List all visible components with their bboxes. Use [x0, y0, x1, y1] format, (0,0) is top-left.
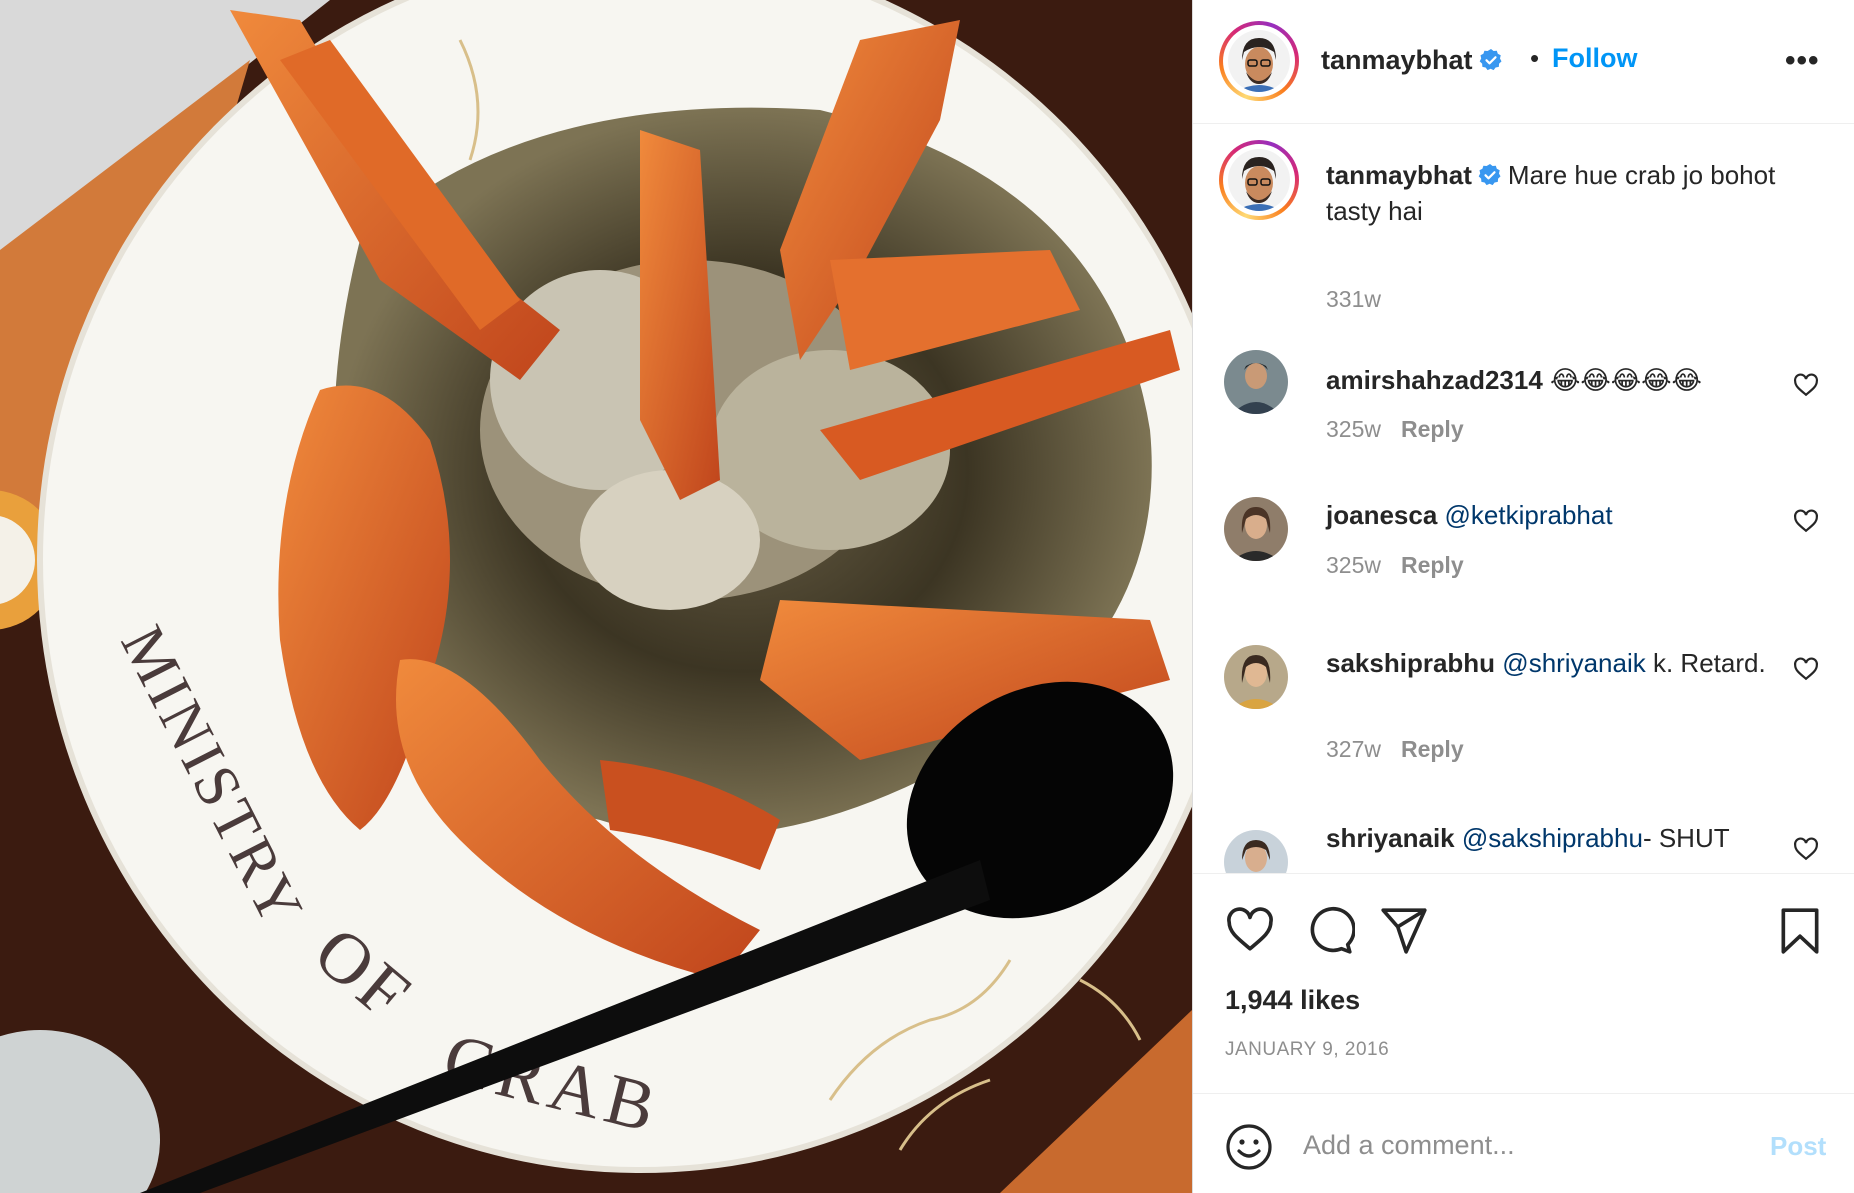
smiley-icon[interactable] — [1225, 1123, 1273, 1171]
commenter-username[interactable]: amirshahzad2314 — [1326, 365, 1543, 395]
commenter-avatar[interactable] — [1224, 497, 1288, 561]
bookmark-icon[interactable] — [1775, 906, 1825, 956]
comment-text: - SHUT — [1642, 823, 1730, 853]
more-options-icon[interactable]: ••• — [1785, 44, 1820, 78]
reply-button[interactable]: Reply — [1401, 736, 1464, 762]
follow-button[interactable]: Follow — [1552, 43, 1637, 74]
comment-bubble-icon[interactable] — [1305, 906, 1355, 956]
heart-icon[interactable] — [1225, 906, 1275, 956]
comment-mention-link[interactable]: @ketkiprabhat — [1445, 500, 1613, 530]
post-button[interactable]: Post — [1770, 1131, 1826, 1162]
post-header: tanmaybhat • Follow ••• — [1193, 0, 1854, 124]
comment-mention-link[interactable]: @shriyanaik — [1502, 648, 1645, 678]
comment-like-heart-icon[interactable] — [1793, 509, 1819, 533]
verified-badge-icon — [1478, 164, 1501, 186]
comment-age: 325w — [1326, 416, 1381, 442]
author-avatar[interactable] — [1219, 21, 1299, 101]
commenter-username[interactable]: joanesca — [1326, 500, 1437, 530]
reply-button[interactable]: Reply — [1401, 552, 1464, 578]
add-comment-bar: Post — [1193, 1093, 1854, 1193]
commenter-username[interactable]: sakshiprabhu — [1326, 648, 1495, 678]
comment-like-heart-icon[interactable] — [1793, 837, 1819, 861]
avatar-illustration-icon — [1228, 149, 1290, 211]
post-side-panel: tanmaybhat • Follow ••• tanmaybhat Mare … — [1192, 0, 1854, 1193]
commenter-username[interactable]: shriyanaik — [1326, 823, 1455, 853]
caption-username[interactable]: tanmaybhat — [1326, 160, 1472, 190]
comments-list[interactable]: tanmaybhat Mare hue crab jo bohot tasty h… — [1193, 125, 1854, 873]
comment-like-heart-icon[interactable] — [1793, 373, 1819, 397]
comment-text: 😂😂😂😂😂 — [1550, 365, 1702, 395]
post-actions: 1,944 likes JANUARY 9, 2016 Post — [1193, 873, 1854, 1193]
author-username[interactable]: tanmaybhat — [1321, 45, 1473, 75]
comment-text: k. Retard. — [1645, 648, 1766, 678]
comment-age: 325w — [1326, 552, 1381, 578]
post-date[interactable]: JANUARY 9, 2016 — [1225, 1039, 1389, 1061]
crab-dish-image: MINISTRY OF CRAB — [0, 0, 1192, 1193]
commenter-avatar[interactable] — [1224, 830, 1288, 873]
verified-badge-icon — [1479, 49, 1502, 71]
likes-count[interactable]: 1,944 likes — [1225, 985, 1360, 1016]
paper-plane-icon[interactable] — [1379, 906, 1429, 956]
comment-age: 327w — [1326, 736, 1381, 762]
comment-input[interactable] — [1303, 1122, 1743, 1168]
reply-button[interactable]: Reply — [1401, 416, 1464, 442]
header-separator-dot: • — [1530, 43, 1540, 73]
avatar-illustration-icon — [1228, 30, 1290, 92]
post-photo[interactable]: MINISTRY OF CRAB — [0, 0, 1192, 1193]
comment-mention-link[interactable]: @sakshiprabhu — [1462, 823, 1643, 853]
commenter-avatar[interactable] — [1224, 645, 1288, 709]
commenter-avatar[interactable] — [1224, 350, 1288, 414]
comment-like-heart-icon[interactable] — [1793, 657, 1819, 681]
caption-age: 331w — [1326, 286, 1381, 312]
caption-avatar[interactable] — [1219, 140, 1299, 220]
